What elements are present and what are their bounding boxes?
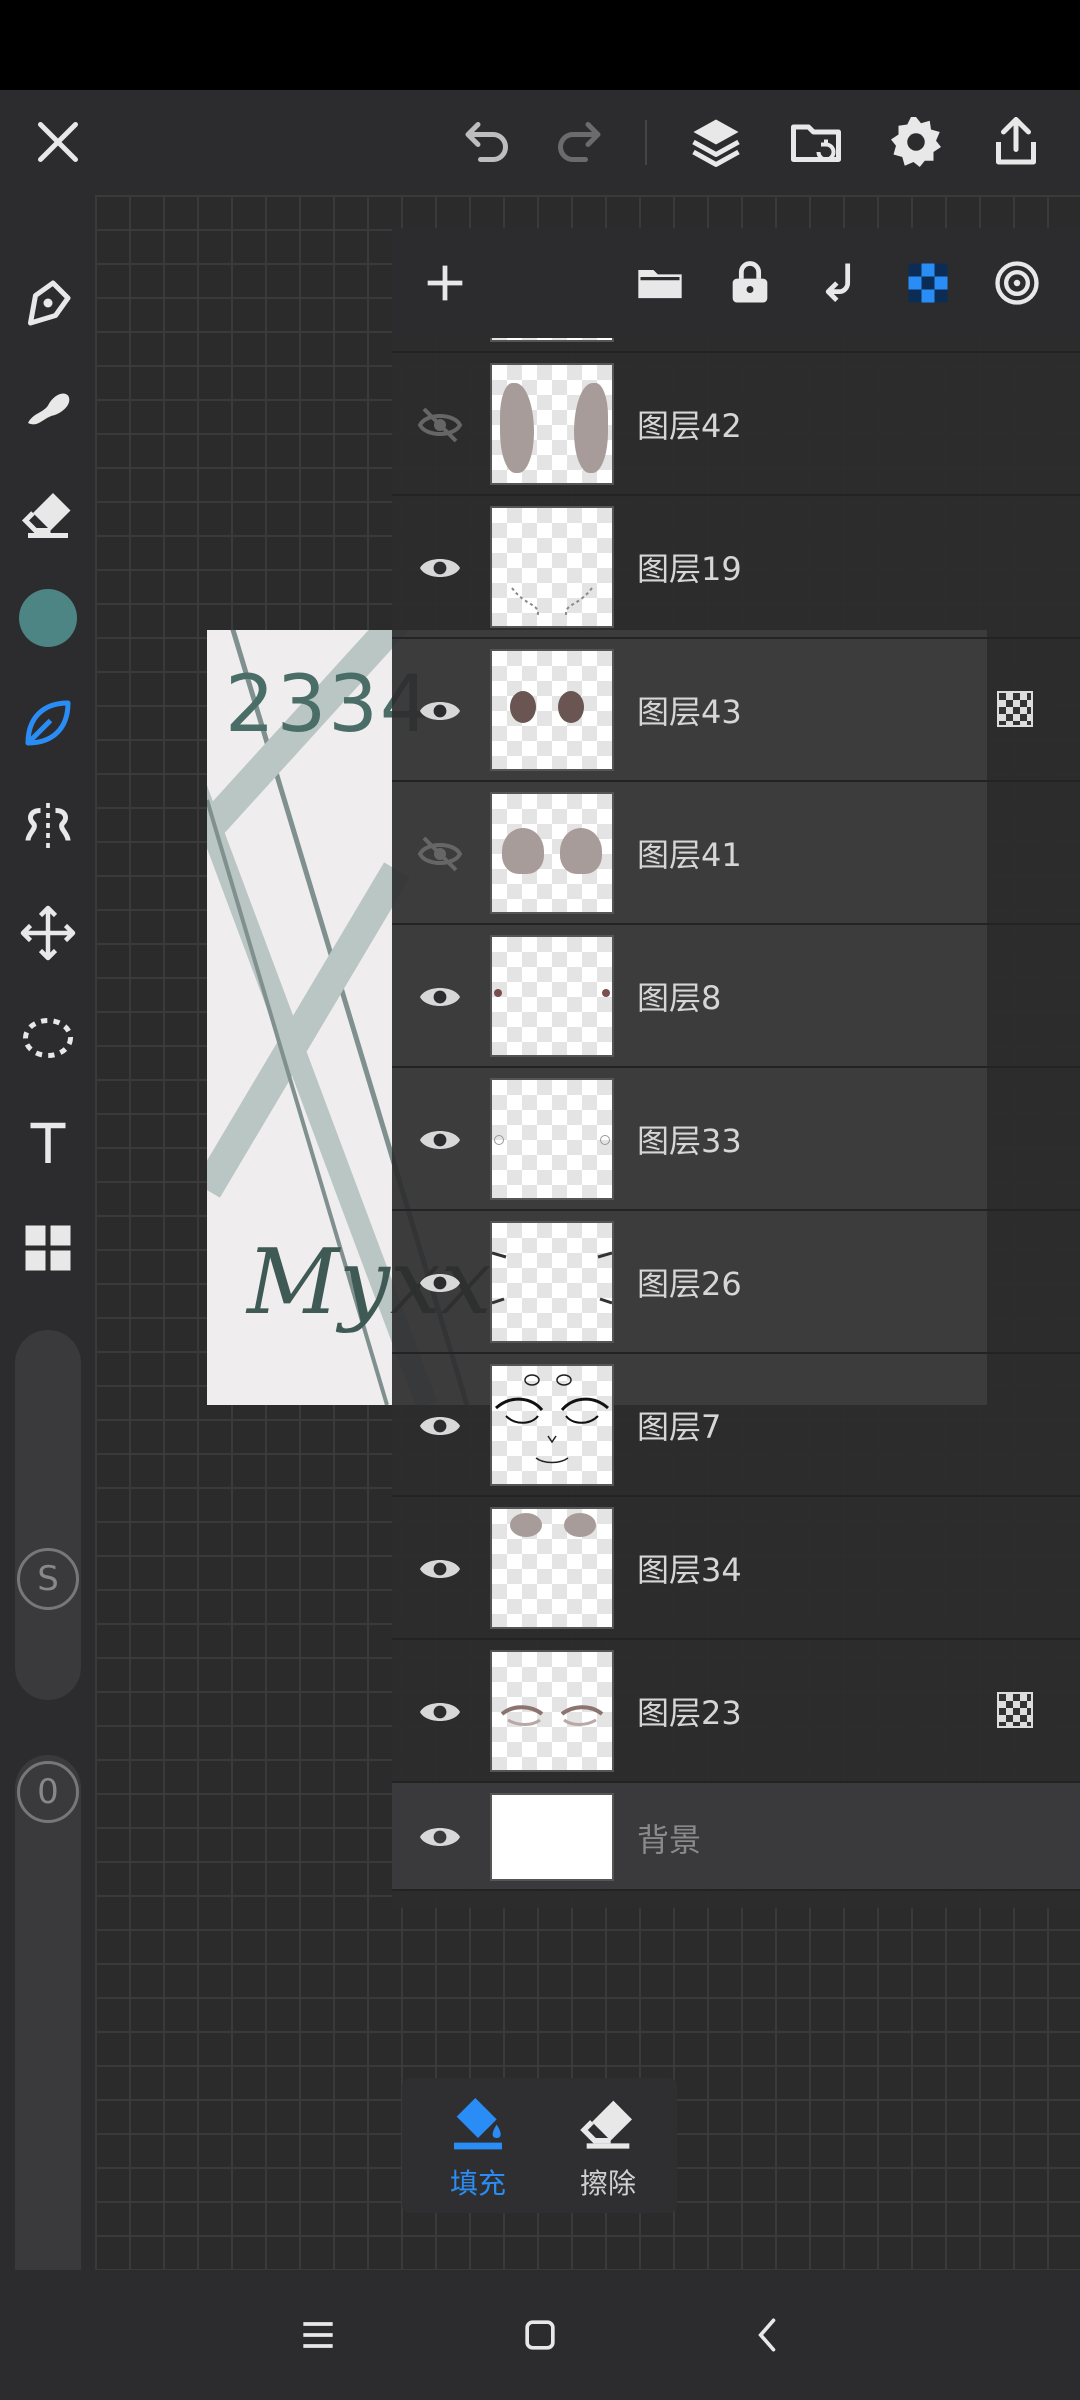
paint-bucket-icon [454,2098,502,2150]
color-swatch[interactable] [12,582,84,654]
folder-import-icon[interactable] [776,102,856,182]
layer-thumbnail [490,935,614,1057]
layer-row[interactable]: 图层34 [392,1497,1080,1640]
system-nav-bar [0,2270,1080,2400]
layer-row[interactable]: 图层43 [392,639,1080,782]
top-toolbar [0,90,1080,195]
alpha-lock-icon[interactable] [895,250,961,316]
layer-thumbnail [490,1078,614,1200]
layer-row-background[interactable]: 背景 [392,1783,1080,1891]
opacity-value: 0 [37,1772,59,1812]
toolbar-divider [645,120,647,165]
pen-icon[interactable] [12,267,84,339]
redo-icon[interactable] [538,102,618,182]
fill-erase-panel: 填充 擦除 [402,2078,677,2213]
layer-list: 图层42 图层19 图层43 图层41 图层8 图层33 图层26 图层7 图层… [392,338,1080,1913]
eye-icon[interactable] [408,1680,472,1744]
add-layer-icon[interactable] [412,250,478,316]
undo-icon[interactable] [448,102,528,182]
fill-label: 填充 [449,2167,506,2200]
erase-label: 擦除 [579,2167,636,2200]
settings-icon[interactable] [876,102,956,182]
eye-icon[interactable] [408,965,472,1029]
layer-name: 图层8 [637,979,722,1017]
layer-thumbnail [490,506,614,628]
lock-icon[interactable] [717,250,783,316]
smudge-icon[interactable] [12,372,84,444]
clipping-icon[interactable] [984,250,1050,316]
layer-thumbnail [490,1507,614,1629]
symmetry-icon[interactable] [12,792,84,864]
layer-thumbnail [490,1364,614,1486]
brush-size-value: S [37,1559,59,1599]
layer-name: 图层42 [637,407,742,445]
alpha-lock-badge-icon[interactable] [997,1692,1033,1728]
layer-row[interactable]: 图层33 [392,1068,1080,1211]
layer-row[interactable]: 图层26 [392,1211,1080,1354]
layer-name: 图层7 [637,1408,722,1446]
layer-name: 图层19 [637,550,742,588]
back-icon[interactable] [738,2305,798,2365]
layer-thumbnail [490,363,614,485]
layer-thumbnail [490,1221,614,1343]
layer-name: 图层34 [637,1551,742,1589]
grid-icon[interactable] [12,1212,84,1284]
layer-name: 图层43 [637,693,742,731]
text-icon[interactable] [12,1107,84,1179]
layer-row-partial[interactable] [392,338,1080,353]
close-icon[interactable] [18,102,98,182]
layer-row[interactable]: 图层42 [392,353,1080,496]
opacity-slider[interactable] [15,1755,81,2335]
share-icon[interactable] [976,102,1056,182]
layer-row[interactable]: 图层23 [392,1640,1080,1783]
eye-hidden-icon[interactable] [408,393,472,457]
merge-down-icon[interactable] [806,250,872,316]
layer-name: 图层41 [637,836,742,874]
lasso-icon[interactable] [12,1002,84,1074]
erase-button[interactable]: 擦除 [548,2090,668,2205]
eye-icon[interactable] [408,1108,472,1172]
layer-name: 图层33 [637,1122,742,1160]
folder-icon[interactable] [627,250,693,316]
eye-icon[interactable] [408,1394,472,1458]
layer-row[interactable]: 图层8 [392,925,1080,1068]
layer-panel: 图层42 图层19 图层43 图层41 图层8 图层33 图层26 图层7 图层… [392,228,1080,1908]
layer-name: 图层26 [637,1265,742,1303]
eye-icon[interactable] [408,679,472,743]
layer-row[interactable]: 图层19 [392,496,1080,639]
home-icon[interactable] [510,2305,570,2365]
alpha-lock-badge-icon[interactable] [997,691,1033,727]
layer-name: 图层23 [637,1694,742,1732]
eraser-icon[interactable] [12,477,84,549]
layer-row[interactable]: 图层7 [392,1354,1080,1497]
layer-toolbar [392,228,1080,338]
layer-name: 背景 [637,1821,702,1859]
menu-icon[interactable] [288,2305,348,2365]
fill-button[interactable]: 填充 [418,2090,538,2205]
current-color [19,589,77,647]
eraser-icon [580,2100,632,2149]
layer-thumbnail [490,338,614,342]
leaf-brush-icon[interactable] [12,687,84,759]
tool-sidebar: S 0 [0,195,95,2335]
eye-icon[interactable] [408,1805,472,1869]
layers-icon[interactable] [676,102,756,182]
brush-size-slider[interactable] [15,1330,81,1700]
eye-hidden-icon[interactable] [408,822,472,886]
layer-thumbnail [490,1650,614,1772]
eye-icon[interactable] [408,1251,472,1315]
eye-icon[interactable] [408,1537,472,1601]
layer-thumbnail [490,792,614,914]
eye-icon[interactable] [408,536,472,600]
layer-thumbnail [490,649,614,771]
brush-size-knob[interactable]: S [17,1548,79,1610]
opacity-knob[interactable]: 0 [17,1761,79,1823]
move-icon[interactable] [12,897,84,969]
layer-thumbnail [490,1793,614,1881]
layer-row[interactable]: 图层41 [392,782,1080,925]
status-bar [0,0,1080,90]
